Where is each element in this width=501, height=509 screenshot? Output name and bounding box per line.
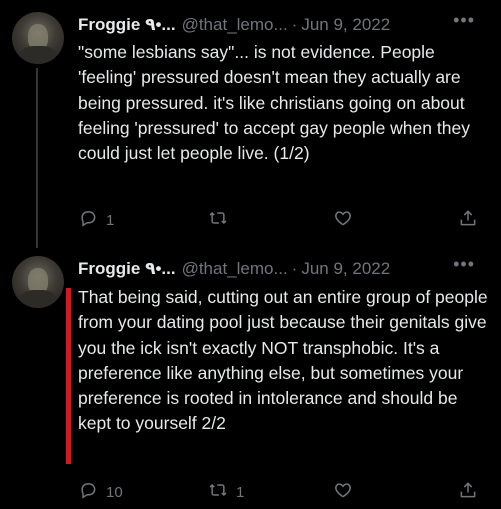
highlight-bar (66, 288, 71, 464)
like-button[interactable] (333, 480, 361, 504)
reply-icon (78, 480, 98, 504)
reply-button[interactable]: 1 (78, 208, 114, 232)
share-button[interactable] (458, 480, 478, 504)
retweet-icon (208, 208, 228, 232)
tweet-header: Froggie ٩•... @that_lemo... · Jun 9, 2022 (78, 14, 390, 36)
more-options-button[interactable]: ••• (453, 254, 475, 275)
tweet-date[interactable]: Jun 9, 2022 (301, 259, 390, 278)
retweet-button[interactable] (208, 208, 236, 232)
share-icon (458, 480, 478, 504)
avatar[interactable] (12, 256, 64, 308)
tweet-actions: 1 (78, 208, 478, 232)
tweet[interactable]: Froggie ٩•... @that_lemo... · Jun 9, 2022 •… (0, 0, 501, 248)
more-options-button[interactable]: ••• (453, 10, 475, 31)
avatar[interactable] (12, 12, 64, 64)
thread-line (36, 68, 38, 248)
share-icon (458, 208, 478, 232)
retweet-button[interactable]: 1 (208, 480, 244, 504)
tweet-header: Froggie ٩•... @that_lemo... · Jun 9, 2022 (78, 258, 390, 280)
reply-icon (78, 208, 98, 232)
author-handle[interactable]: @that_lemo... (182, 259, 288, 278)
author-handle[interactable]: @that_lemo... (182, 15, 288, 34)
retweet-count: 1 (236, 483, 245, 501)
like-icon (333, 208, 353, 232)
author-name[interactable]: Froggie ٩•... (78, 15, 176, 34)
retweet-icon (208, 480, 228, 504)
separator: · (291, 259, 298, 278)
tweet-actions: 10 1 (78, 480, 478, 504)
author-name[interactable]: Froggie ٩•... (78, 259, 176, 278)
reply-count: 1 (106, 211, 115, 229)
like-icon (333, 480, 353, 504)
like-button[interactable] (333, 208, 361, 232)
share-button[interactable] (458, 208, 478, 232)
reply-count: 10 (106, 483, 123, 501)
reply-button[interactable]: 10 (78, 480, 123, 504)
tweet-date[interactable]: Jun 9, 2022 (301, 15, 390, 34)
tweet-text: That being said, cutting out an entire g… (78, 287, 493, 434)
separator: · (291, 15, 298, 34)
tweet-text: "some lesbians say"... is not evidence. … (78, 42, 475, 164)
